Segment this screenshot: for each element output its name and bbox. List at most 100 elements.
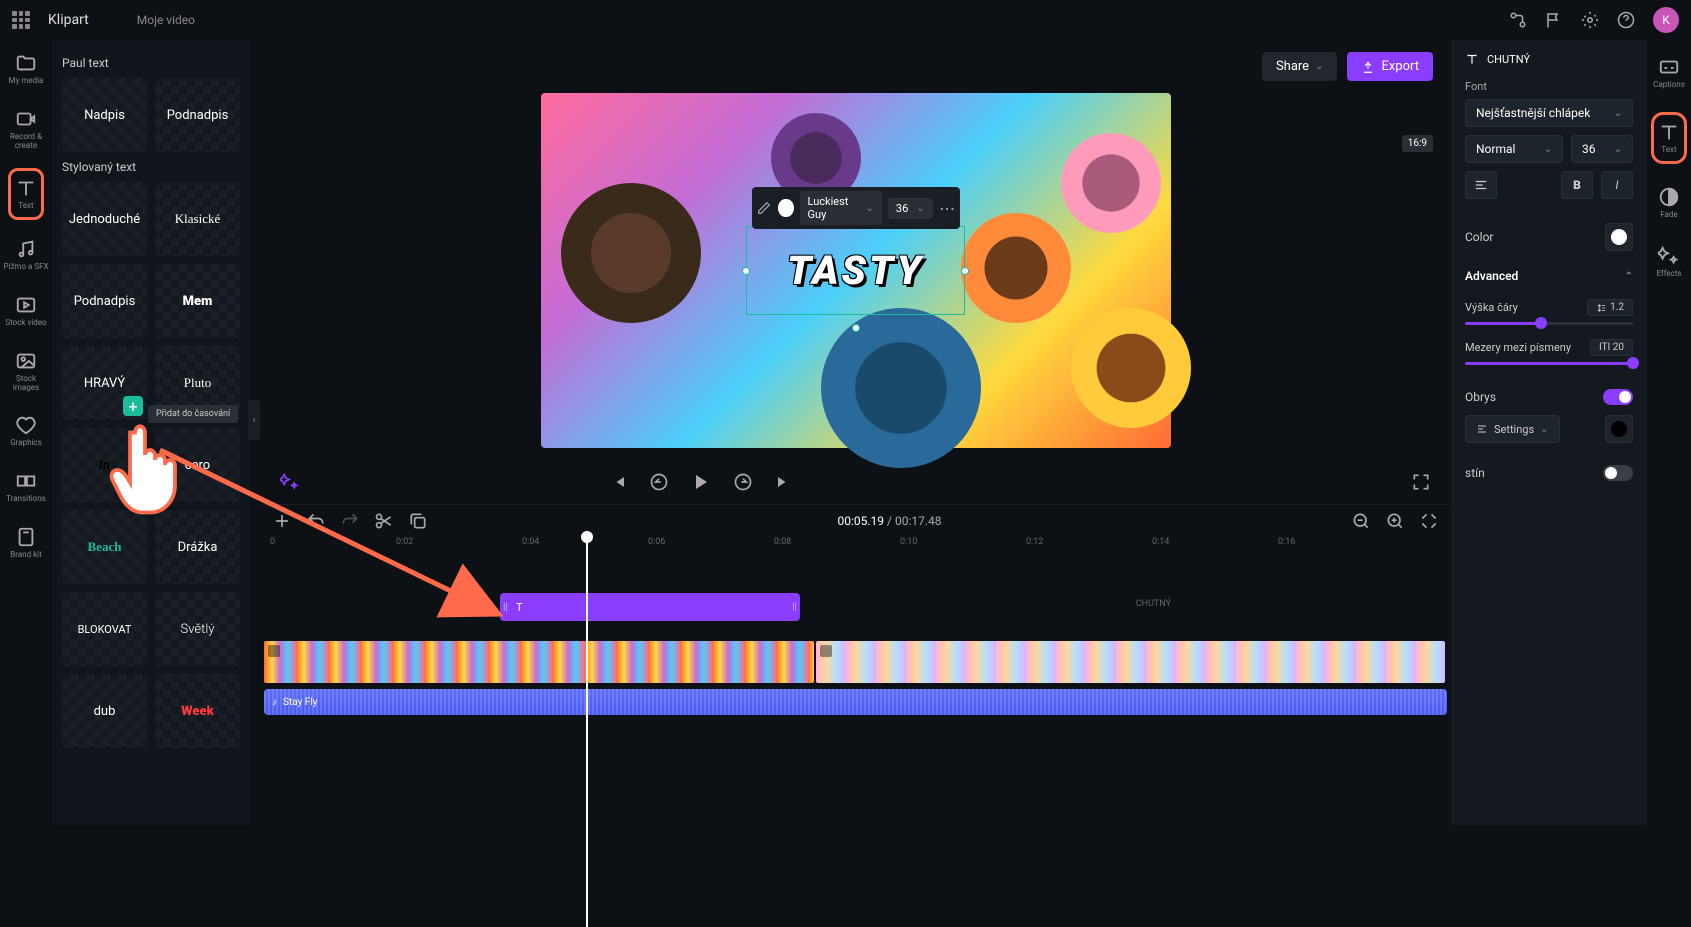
letter-spacing-slider[interactable] <box>1465 362 1633 365</box>
size-select[interactable]: 36⌄ <box>888 198 933 219</box>
rail-stock-video[interactable]: Stock video <box>3 290 48 332</box>
resize-handle-right[interactable] <box>961 267 969 275</box>
rail-stock-images[interactable]: Stock images <box>0 346 52 397</box>
props-label: Font <box>1465 80 1633 93</box>
preset-tile[interactable]: Week <box>155 674 240 748</box>
play-icon[interactable] <box>689 470 713 494</box>
preset-tile[interactable]: Mem <box>155 264 240 338</box>
playhead[interactable] <box>586 537 588 927</box>
rail-effects[interactable]: Effects <box>1654 241 1683 283</box>
mute-icon[interactable] <box>268 645 280 657</box>
color-swatch[interactable] <box>778 199 793 217</box>
collapse-panel-button[interactable]: ‹ <box>248 400 260 440</box>
split-icon[interactable] <box>374 511 394 531</box>
forward-icon[interactable] <box>733 472 753 492</box>
bold-button[interactable]: B <box>1561 171 1593 199</box>
preset-tile[interactable]: Podnadpis <box>155 78 240 152</box>
timecode: 00:05.19 / 00:17.48 <box>838 514 942 528</box>
font-family-select[interactable]: Nejšťastnější chlápek⌄ <box>1465 99 1633 127</box>
help-icon[interactable] <box>1617 11 1635 29</box>
rail-fade[interactable]: Fade <box>1656 182 1682 224</box>
align-button[interactable] <box>1465 171 1497 199</box>
text-clip[interactable]: T <box>500 593 800 621</box>
player-controls <box>260 460 1451 504</box>
letter-spacing-value[interactable]: ITI 20 <box>1590 339 1633 356</box>
rail-record[interactable]: Record & create <box>0 104 52 155</box>
flag-icon[interactable] <box>1545 11 1563 29</box>
avatar[interactable]: K <box>1653 7 1679 33</box>
color-picker-button[interactable] <box>1605 223 1633 251</box>
rail-audio[interactable]: Pižmo a SFX <box>1 234 50 276</box>
outline-settings-button[interactable]: Settings⌄ <box>1465 415 1560 443</box>
video-track[interactable] <box>264 641 1447 683</box>
text-icon <box>1465 52 1479 66</box>
timeline-ruler[interactable]: 0 0:02 0:04 0:06 0:08 0:10 0:12 0:14 0:1… <box>260 537 1451 557</box>
clip-label: CHUTNÝ <box>1136 599 1171 609</box>
mute-icon[interactable] <box>820 645 832 657</box>
graph-icon[interactable] <box>1509 11 1527 29</box>
rotate-handle[interactable] <box>852 324 860 332</box>
right-rail: Captions Text Fade Effects <box>1647 40 1691 825</box>
rail-my-media[interactable]: My media <box>7 48 46 90</box>
text-content[interactable]: TASTY <box>787 247 924 294</box>
project-name[interactable]: Moje video <box>137 13 195 27</box>
rail-transitions[interactable]: Transitions <box>4 466 48 508</box>
zoom-in-icon[interactable] <box>1385 511 1405 531</box>
undo-icon[interactable] <box>306 511 326 531</box>
outline-toggle[interactable] <box>1603 389 1633 405</box>
video-preview[interactable]: Luckiest Guy⌄ 36⌄ ⋯ TASTY <box>541 93 1171 448</box>
shadow-toggle[interactable] <box>1603 465 1633 481</box>
section-title: Stylovaný text <box>62 160 240 174</box>
audio-track[interactable]: ♪ Stay Fly <box>264 689 1447 715</box>
redo-icon[interactable] <box>340 511 360 531</box>
add-icon[interactable]: + <box>123 396 143 416</box>
canvas-area: Share⌄ Export 16:9 Luckiest Guy⌄ 36⌄ ⋯ T… <box>260 40 1451 500</box>
preset-tile[interactable]: Světlý <box>155 592 240 666</box>
section-title: Paul text <box>62 56 240 70</box>
next-icon[interactable] <box>773 472 793 492</box>
preset-tile[interactable]: Nadpis <box>62 78 147 152</box>
advanced-section-toggle[interactable]: Advanced⌃ <box>1465 261 1633 291</box>
resize-handle-left[interactable] <box>742 267 750 275</box>
font-size-select[interactable]: 36⌄ <box>1571 135 1633 163</box>
font-weight-select[interactable]: Normal⌄ <box>1465 135 1563 163</box>
preset-tile[interactable]: Jednoduché <box>62 182 147 256</box>
preset-tile[interactable]: dub <box>62 674 147 748</box>
prev-icon[interactable] <box>609 472 629 492</box>
italic-button[interactable]: I <box>1601 171 1633 199</box>
text-element[interactable]: Luckiest Guy⌄ 36⌄ ⋯ TASTY <box>746 226 965 315</box>
preset-tile-hravy[interactable]: HRAVÝ+ <box>62 346 147 420</box>
preset-tile[interactable]: BLOKOVAT <box>62 592 147 666</box>
line-height-value[interactable]: 1.2 <box>1587 299 1633 316</box>
rail-text[interactable]: Text <box>8 168 44 220</box>
props-label: Mezery mezi písmeny <box>1465 341 1571 354</box>
copy-icon[interactable] <box>408 511 428 531</box>
fit-icon[interactable] <box>1419 511 1439 531</box>
share-button[interactable]: Share⌄ <box>1262 52 1338 81</box>
rail-brand-kit[interactable]: Brand kit <box>8 522 43 564</box>
preset-tile[interactable]: Klasické <box>155 182 240 256</box>
rail-captions[interactable]: Captions <box>1651 52 1687 94</box>
add-track-icon[interactable] <box>272 511 292 531</box>
floating-text-toolbar: Luckiest Guy⌄ 36⌄ ⋯ <box>751 187 959 229</box>
export-button[interactable]: Export <box>1347 52 1433 81</box>
line-height-slider[interactable] <box>1465 322 1633 325</box>
font-select[interactable]: Luckiest Guy⌄ <box>800 191 882 225</box>
annotation-hand-icon <box>105 420 185 524</box>
timeline: 00:05.19 / 00:17.48 0 0:02 0:04 0:06 0:0… <box>260 504 1451 825</box>
more-icon[interactable]: ⋯ <box>939 198 956 218</box>
app-header: Klipart Moje video K <box>0 0 1691 40</box>
fullscreen-icon[interactable] <box>1411 472 1431 492</box>
outline-color-button[interactable] <box>1605 415 1633 443</box>
edit-icon[interactable] <box>755 198 772 218</box>
aspect-ratio-badge[interactable]: 16:9 <box>1402 135 1433 152</box>
preset-tile[interactable]: Podnadpis <box>62 264 147 338</box>
rail-text-props[interactable]: Text <box>1651 112 1687 164</box>
gear-icon[interactable] <box>1581 11 1599 29</box>
magic-icon[interactable] <box>280 472 300 492</box>
rewind-icon[interactable] <box>649 472 669 492</box>
rail-graphics[interactable]: Graphics <box>8 410 44 452</box>
props-header: CHUTNÝ <box>1465 52 1633 66</box>
zoom-out-icon[interactable] <box>1351 511 1371 531</box>
app-launcher-icon[interactable] <box>12 11 30 29</box>
